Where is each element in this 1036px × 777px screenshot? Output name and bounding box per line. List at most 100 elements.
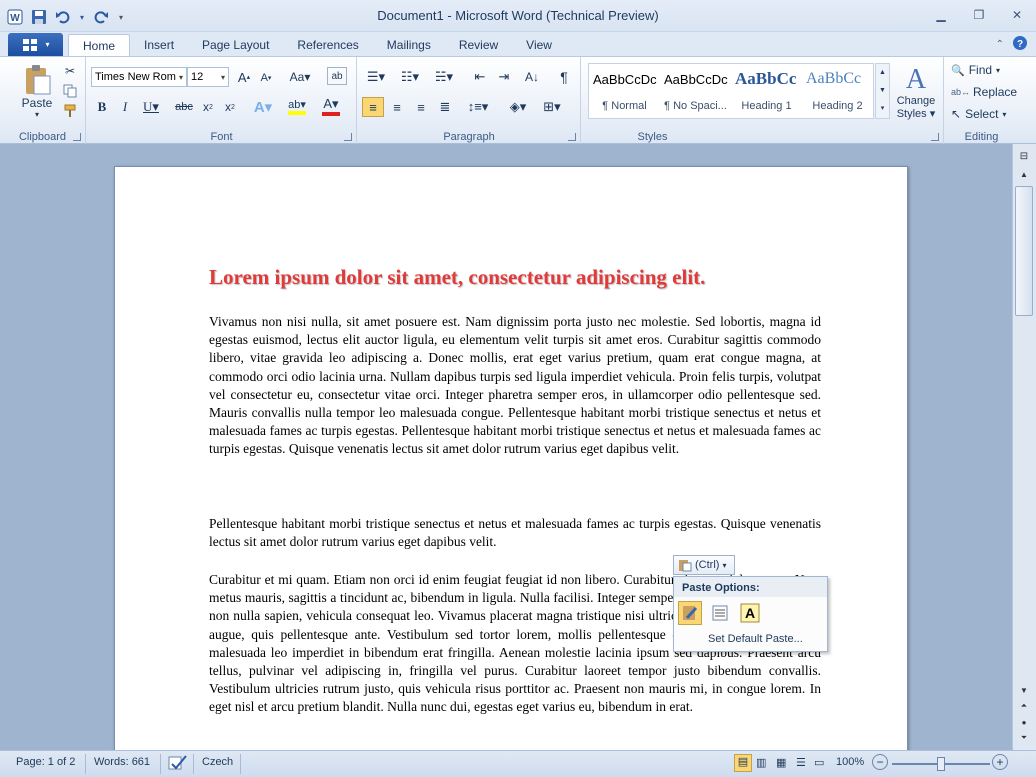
underline-button[interactable]: U▾ bbox=[139, 97, 163, 117]
proofing-icon[interactable] bbox=[168, 754, 188, 775]
vertical-scrollbar[interactable]: ⊟ ▲ ▼ ⏶ ● ⏷ bbox=[1012, 144, 1036, 750]
cut-icon[interactable]: ✂ bbox=[62, 63, 78, 79]
align-left-button[interactable]: ≡ bbox=[362, 97, 384, 117]
tab-references[interactable]: References bbox=[283, 34, 372, 56]
document-title[interactable]: Lorem ipsum dolor sit amet, consectetur … bbox=[209, 265, 829, 290]
tab-page-layout[interactable]: Page Layout bbox=[188, 34, 283, 56]
clear-formatting-icon[interactable]: ab bbox=[327, 67, 347, 85]
editing-group-label: Editing bbox=[964, 131, 999, 143]
draft-view-icon[interactable]: ▭ bbox=[814, 756, 824, 769]
styles-gallery-scroll[interactable]: ▲ ▼ ▾ bbox=[875, 63, 890, 119]
paste-button[interactable]: Paste ▾ bbox=[14, 61, 60, 121]
tab-review[interactable]: Review bbox=[445, 34, 512, 56]
increase-indent-icon[interactable]: ⇥ bbox=[494, 67, 514, 87]
set-default-paste-link[interactable]: Set Default Paste... bbox=[708, 633, 803, 645]
document-area: Lorem ipsum dolor sit amet, consectetur … bbox=[0, 144, 1012, 750]
text-effects-icon[interactable]: A▾ bbox=[251, 97, 275, 117]
shading-icon[interactable]: ◈▾ bbox=[504, 97, 532, 117]
style-normal-sample: AaBbCcDc bbox=[593, 72, 657, 87]
restore-button[interactable]: ❐ bbox=[960, 4, 998, 26]
scroll-thumb[interactable] bbox=[1015, 186, 1033, 316]
copy-icon[interactable] bbox=[62, 83, 78, 99]
format-painter-icon[interactable] bbox=[62, 103, 78, 119]
language-indicator[interactable]: Czech bbox=[202, 756, 233, 768]
zoom-level[interactable]: 100% bbox=[836, 756, 864, 768]
style-normal[interactable]: AaBbCcDc ¶ Normal bbox=[589, 64, 660, 118]
font-size-combo[interactable]: 12 ▾ bbox=[187, 67, 229, 87]
file-menu-button[interactable]: ▾ bbox=[8, 33, 63, 56]
change-styles-button[interactable]: A Change Styles ▾ bbox=[892, 61, 940, 123]
decrease-indent-icon[interactable]: ⇤ bbox=[470, 67, 490, 87]
numbering-icon[interactable]: ☷▾ bbox=[396, 67, 424, 87]
find-button[interactable]: 🔍 Find ▾ bbox=[951, 61, 1013, 79]
tab-view[interactable]: View bbox=[512, 34, 566, 56]
paragraph-1[interactable]: Vivamus non nisi nulla, sit amet posuere… bbox=[209, 313, 821, 459]
strikethrough-button[interactable]: abc bbox=[173, 97, 195, 117]
font-launcher-icon[interactable] bbox=[344, 133, 352, 141]
full-screen-reading-icon[interactable]: ▥ bbox=[756, 756, 766, 769]
highlight-color-icon[interactable]: ab▾ bbox=[283, 95, 311, 117]
zoom-in-icon[interactable]: + bbox=[992, 754, 1008, 770]
change-case-icon[interactable]: Aa▾ bbox=[287, 68, 313, 86]
align-right-button[interactable]: ≡ bbox=[410, 97, 432, 117]
shrink-font-icon[interactable]: A ▾ bbox=[257, 69, 275, 87]
replace-label: Replace bbox=[973, 85, 1018, 99]
clipboard-launcher-icon[interactable] bbox=[73, 133, 81, 141]
help-icon[interactable]: ? bbox=[1012, 35, 1028, 54]
superscript-button[interactable]: x2 bbox=[221, 97, 239, 117]
bold-button[interactable]: B bbox=[93, 97, 111, 117]
tab-mailings[interactable]: Mailings bbox=[373, 34, 445, 56]
close-button[interactable]: ✕ bbox=[998, 4, 1036, 26]
sort-icon[interactable]: A↓ bbox=[522, 67, 542, 87]
web-layout-icon[interactable]: ▦ bbox=[776, 756, 786, 769]
minimize-button[interactable]: ▁ bbox=[922, 4, 960, 26]
tab-home[interactable]: Home bbox=[68, 34, 131, 56]
minimize-ribbon-icon[interactable]: ⌃ bbox=[996, 39, 1004, 50]
status-separator bbox=[240, 754, 241, 774]
borders-icon[interactable]: ⊞▾ bbox=[538, 97, 566, 117]
merge-formatting-icon[interactable] bbox=[708, 601, 732, 625]
previous-page-icon[interactable]: ⏶ bbox=[1016, 698, 1032, 714]
paste-options-button[interactable]: (Ctrl) ▾ bbox=[673, 555, 735, 575]
document-page[interactable]: Lorem ipsum dolor sit amet, consectetur … bbox=[114, 166, 908, 750]
multilevel-list-icon[interactable]: ☵▾ bbox=[430, 67, 458, 87]
paste-options-menu: Paste Options: A Set Default Paste... bbox=[673, 576, 828, 652]
style-no-spacing[interactable]: AaBbCcDc ¶ No Spaci... bbox=[660, 64, 731, 118]
paragraph-2[interactable]: Pellentesque habitant morbi tristique se… bbox=[209, 515, 821, 551]
styles-launcher-icon[interactable] bbox=[931, 133, 939, 141]
styles-more-icon[interactable]: ▾ bbox=[876, 100, 889, 118]
styles-down-icon[interactable]: ▼ bbox=[876, 82, 889, 100]
style-normal-name: ¶ Normal bbox=[602, 100, 647, 112]
browse-object-icon[interactable]: ● bbox=[1016, 714, 1032, 730]
select-button[interactable]: ↖ Select ▾ bbox=[951, 105, 1013, 123]
scroll-up-icon[interactable]: ▲ bbox=[1016, 166, 1032, 182]
paste-caret-icon: ▾ bbox=[34, 109, 39, 119]
ruler-toggle-icon[interactable]: ⊟ bbox=[1016, 148, 1032, 164]
align-center-button[interactable]: ≡ bbox=[386, 97, 408, 117]
keep-text-only-icon[interactable]: A bbox=[738, 601, 762, 625]
line-spacing-icon[interactable]: ↕≡▾ bbox=[464, 97, 492, 117]
scroll-down-icon[interactable]: ▼ bbox=[1016, 682, 1032, 698]
outline-view-icon[interactable]: ☰ bbox=[796, 756, 806, 769]
justify-button[interactable]: ≣ bbox=[434, 97, 456, 117]
bullets-icon[interactable]: ☰▾ bbox=[362, 67, 390, 87]
print-layout-view-icon[interactable]: ▤ bbox=[734, 754, 752, 772]
zoom-out-icon[interactable]: − bbox=[872, 754, 888, 770]
page-count[interactable]: Page: 1 of 2 bbox=[16, 756, 75, 768]
zoom-slider[interactable] bbox=[892, 757, 990, 771]
font-name-combo[interactable]: Times New Rom ▾ bbox=[91, 67, 187, 87]
italic-button[interactable]: I bbox=[116, 97, 134, 117]
word-count[interactable]: Words: 661 bbox=[94, 756, 150, 768]
grow-font-icon[interactable]: A ▴ bbox=[235, 68, 253, 86]
zoom-slider-thumb[interactable] bbox=[937, 757, 945, 771]
keep-source-formatting-icon[interactable] bbox=[678, 601, 702, 625]
next-page-icon[interactable]: ⏷ bbox=[1016, 730, 1032, 746]
styles-up-icon[interactable]: ▲ bbox=[876, 64, 889, 82]
tab-insert[interactable]: Insert bbox=[130, 34, 188, 56]
font-color-icon[interactable]: A▾ bbox=[317, 95, 345, 117]
style-heading-1[interactable]: AaBbCc Heading 1 bbox=[731, 64, 802, 118]
show-formatting-icon[interactable]: ¶ bbox=[554, 67, 574, 87]
style-heading-2[interactable]: AaBbCc Heading 2 bbox=[802, 64, 873, 118]
replace-button[interactable]: ab↔ Replace bbox=[951, 83, 1017, 101]
subscript-button[interactable]: x2 bbox=[199, 97, 217, 117]
